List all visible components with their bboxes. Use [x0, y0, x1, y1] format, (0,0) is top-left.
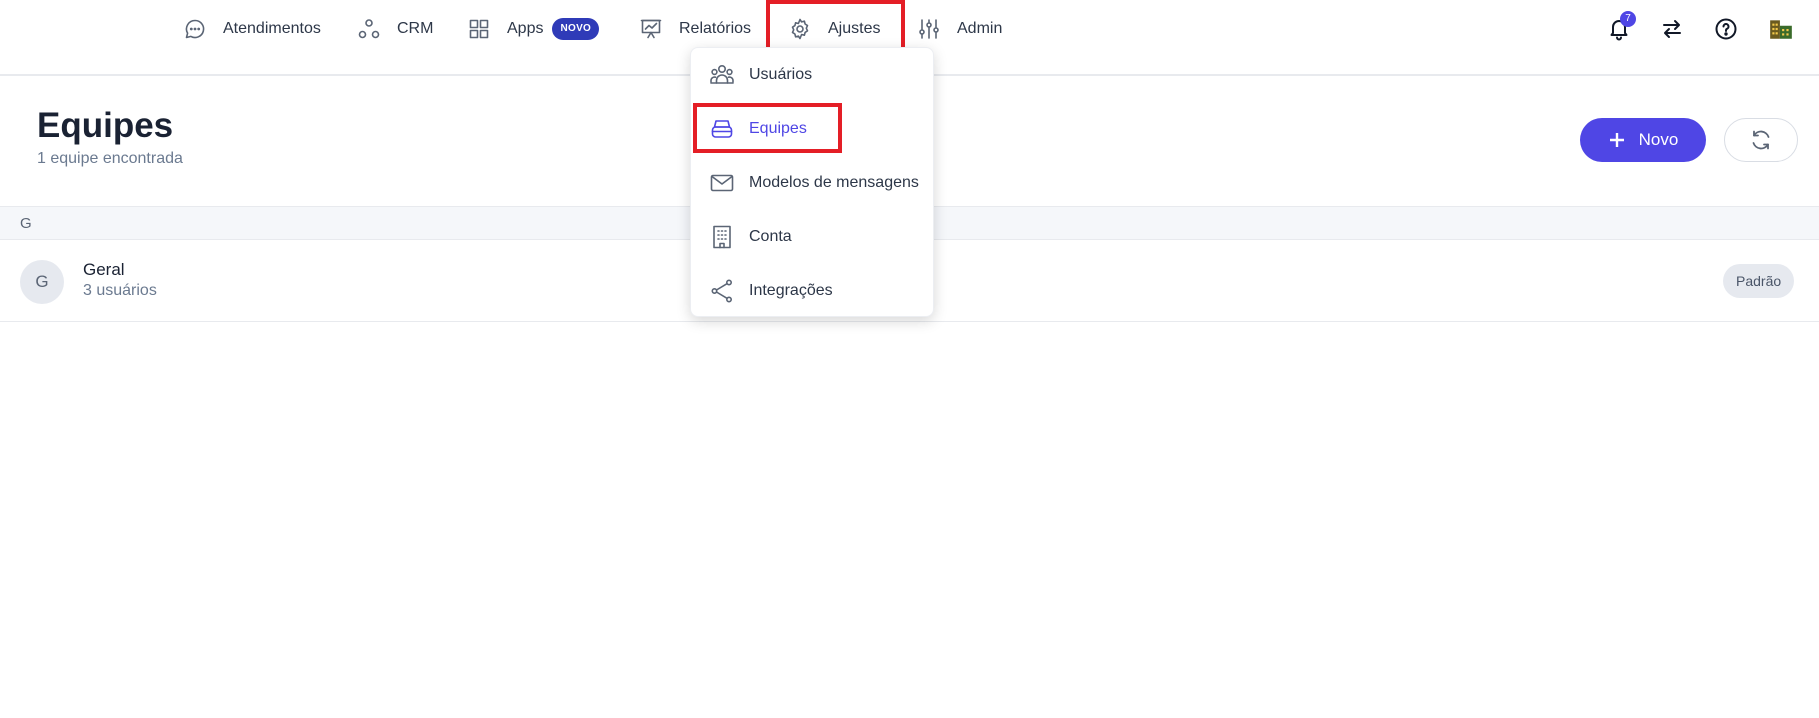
new-badge: NOVO	[552, 18, 600, 40]
menu-item-label: Usuários	[749, 66, 813, 83]
company-logo-button[interactable]	[1766, 14, 1796, 44]
new-button-label: Novo	[1638, 130, 1679, 149]
chat-bubble-icon	[185, 19, 205, 39]
building-icon	[713, 225, 731, 249]
nav-relatorios[interactable]: Relatórios	[639, 14, 751, 44]
sliders-icon	[919, 19, 939, 39]
nav-apps[interactable]: Apps NOVO	[467, 14, 600, 44]
avatar: G	[20, 260, 64, 304]
arrows-swap-icon	[1663, 20, 1681, 38]
nav-label: Apps	[507, 20, 544, 37]
refresh-icon	[1752, 130, 1770, 150]
building-logo-icon	[1770, 20, 1792, 39]
switch-button[interactable]	[1657, 14, 1687, 44]
nav-crm[interactable]: CRM	[357, 14, 433, 44]
team-users-count: 3 usuários	[83, 282, 157, 299]
notifications-button[interactable]: 7	[1604, 11, 1636, 44]
grid-apps-icon	[469, 19, 489, 39]
nav-label: Admin	[957, 20, 1003, 37]
menu-item-integracoes[interactable]: Integrações	[709, 276, 833, 306]
plus-icon	[1609, 133, 1624, 147]
page-title: Equipes	[37, 106, 174, 145]
equipes-highlight-box	[693, 103, 842, 153]
page-subtitle: 1 equipe encontrada	[37, 150, 183, 167]
crm-circles-icon	[358, 19, 380, 39]
group-letter: G	[20, 215, 32, 232]
nav-admin[interactable]: Admin	[917, 14, 1002, 44]
notification-count-badge: 7	[1620, 11, 1636, 27]
menu-item-label: Integrações	[749, 282, 833, 299]
menu-item-usuarios[interactable]: Usuários	[709, 60, 812, 90]
nav-label: CRM	[397, 20, 434, 37]
nav-label: Atendimentos	[223, 20, 321, 37]
menu-item-label: Conta	[749, 228, 792, 245]
settings-dropdown-menu: Usuários Equipes Modelos de mensagens Co…	[690, 47, 934, 317]
team-name: Geral	[83, 260, 125, 279]
help-button[interactable]	[1711, 14, 1741, 44]
presentation-chart-icon	[640, 19, 662, 39]
menu-item-label: Modelos de mensagens	[749, 174, 919, 191]
envelope-icon	[710, 174, 734, 192]
users-icon	[710, 64, 734, 84]
default-badge: Padrão	[1723, 264, 1795, 298]
menu-item-modelos-de-mensagens[interactable]: Modelos de mensagens	[709, 168, 919, 198]
refresh-button[interactable]	[1724, 118, 1798, 162]
nav-atendimentos[interactable]: Atendimentos	[183, 14, 321, 44]
menu-item-conta[interactable]: Conta	[709, 222, 792, 252]
share-icon	[711, 279, 732, 303]
nav-label: Relatórios	[679, 20, 752, 37]
new-team-button[interactable]: Novo	[1580, 118, 1706, 162]
help-circle-icon	[1715, 18, 1737, 40]
